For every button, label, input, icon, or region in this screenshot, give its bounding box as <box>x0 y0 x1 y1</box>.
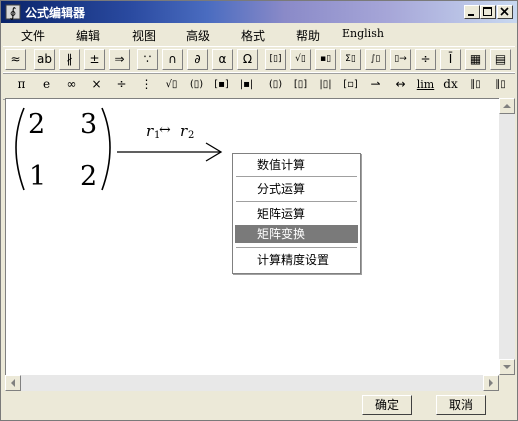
maximize-button[interactable] <box>480 5 496 19</box>
parentheses-button[interactable]: (▯) <box>186 75 207 96</box>
left-right-arrow-button[interactable]: ↔ <box>390 75 411 96</box>
row-label-r2[interactable]: r <box>180 122 187 140</box>
infinity-symbol-button[interactable]: ∞ <box>61 75 82 96</box>
menu-file[interactable]: 文件 <box>21 27 45 44</box>
integral-template-button[interactable]: ∫▯ <box>365 49 386 70</box>
ctx-matrix-transform-label: 矩阵变换 <box>257 227 306 241</box>
ctx-precision-settings-label: 计算精度设置 <box>257 253 330 267</box>
title-bar[interactable]: ∮ 公式编辑器 <box>1 1 517 23</box>
window-title: 公式编辑器 <box>25 6 86 20</box>
greek-lower-palette-button[interactable]: α <box>212 49 233 70</box>
scroll-down-button[interactable] <box>499 359 515 375</box>
set-palette-button[interactable]: ∩ <box>162 49 183 70</box>
matrix-template-button[interactable]: ▦ <box>465 49 486 70</box>
dotted-box-button[interactable]: [▫] <box>340 75 361 96</box>
norm-button-2[interactable]: ∥▯ <box>490 75 511 96</box>
scroll-right-button[interactable] <box>483 375 499 391</box>
misc-palette-button[interactable]: ∂ <box>187 49 208 70</box>
menu-separator <box>236 247 357 248</box>
ok-button[interactable]: 确定 <box>362 395 412 415</box>
scroll-up-button[interactable] <box>499 98 515 114</box>
matrix-cell-1-2[interactable]: 3 <box>80 109 97 140</box>
scrollbar-corner <box>499 375 515 391</box>
arrow-down-icon <box>503 365 511 369</box>
pi-symbol-button[interactable]: π <box>11 75 32 96</box>
close-icon <box>500 7 509 16</box>
menu-separator <box>236 176 357 177</box>
ctx-matrix-transform[interactable]: 矩阵变换 <box>235 225 358 243</box>
norm-button[interactable]: ∥▯ <box>465 75 486 96</box>
fraction-button[interactable]: ⋮ <box>136 75 157 96</box>
divide-symbol-button[interactable]: ÷ <box>111 75 132 96</box>
product-template-button[interactable]: Ī <box>440 49 461 70</box>
menu-edit[interactable]: 编辑 <box>76 27 100 44</box>
greek-upper-palette-button[interactable]: Ω <box>237 49 258 70</box>
menu-english[interactable]: English <box>342 27 384 40</box>
minimize-button[interactable] <box>464 5 480 19</box>
sum-template-button[interactable]: Σ▯ <box>340 49 361 70</box>
matrix-cell-2-1[interactable]: 1 <box>29 161 46 192</box>
box-template-button[interactable]: ▤ <box>490 49 511 70</box>
menu-bar: 文件 编辑 视图 高级 格式 帮助 English <box>1 24 517 43</box>
paren-box-button[interactable]: (▯) <box>265 75 286 96</box>
approx-palette-button[interactable]: ≈ <box>5 49 26 70</box>
row-label-r1[interactable]: r <box>146 122 153 140</box>
script-template-button[interactable]: ▪▯ <box>315 49 336 70</box>
sqrt-button[interactable]: √▯ <box>161 75 182 96</box>
minimize-icon <box>468 14 474 16</box>
context-menu: 数值计算 分式运算 矩阵运算 矩阵变换 计算精度设置 <box>232 153 361 274</box>
ctx-fraction-ops[interactable]: 分式运算 <box>235 180 358 198</box>
e-symbol-button[interactable]: e <box>36 75 57 96</box>
matrix-cell-1-1[interactable]: 2 <box>28 109 45 140</box>
app-icon: ∮ <box>5 4 21 20</box>
fence-template-button[interactable]: [▯] <box>265 49 286 70</box>
arrow-up-icon <box>503 104 511 108</box>
arrow-palette-button[interactable]: ⇒ <box>109 49 130 70</box>
row-label-sub2: 2 <box>188 130 195 141</box>
overbar-template-button[interactable]: ▯→ <box>390 49 411 70</box>
scroll-left-button[interactable] <box>5 375 21 391</box>
times-symbol-button[interactable]: × <box>86 75 107 96</box>
symbol-toolbar-2: π e ∞ × ÷ ⋮ √▯ (▯) [▪] |▪| (▯) [▯] |▯| [… <box>3 72 515 100</box>
logic-palette-button[interactable]: ∵ <box>137 49 158 70</box>
right-harpoon-button[interactable]: ⇀ <box>365 75 386 96</box>
label-arrow-template-button[interactable]: ÷ <box>415 49 436 70</box>
svg-text:∮: ∮ <box>10 6 17 20</box>
menu-format[interactable]: 格式 <box>241 27 265 44</box>
swap-arrow: ↔ <box>159 122 171 138</box>
differential-button[interactable]: dx <box>440 75 461 96</box>
matrix-cell-2-2[interactable]: 2 <box>80 161 97 192</box>
ctx-matrix-ops-label: 矩阵运算 <box>257 207 306 221</box>
ctx-numeric-calc-label: 数值计算 <box>257 158 306 172</box>
spacing-palette-button[interactable]: ab <box>34 49 55 70</box>
ctx-fraction-ops-label: 分式运算 <box>257 182 306 196</box>
bar-box-button[interactable]: |▯| <box>315 75 336 96</box>
close-button[interactable] <box>497 5 513 19</box>
abs-value-button[interactable]: |▪| <box>236 75 257 96</box>
ctx-precision-settings[interactable]: 计算精度设置 <box>235 251 358 269</box>
horizontal-scrollbar[interactable] <box>5 375 499 391</box>
arrow-right-icon <box>489 379 493 387</box>
fraction-template-button[interactable]: √▯ <box>290 49 311 70</box>
brackets-button[interactable]: [▪] <box>211 75 232 96</box>
operator-palette-button[interactable]: ± <box>84 49 105 70</box>
cancel-button[interactable]: 取消 <box>436 395 486 415</box>
ctx-matrix-ops[interactable]: 矩阵运算 <box>235 205 358 223</box>
arrow-left-icon <box>11 379 15 387</box>
bracket-box-button[interactable]: [▯] <box>290 75 311 96</box>
maximize-icon <box>483 7 492 16</box>
menu-help[interactable]: 帮助 <box>296 27 320 44</box>
menu-separator <box>236 201 357 202</box>
equation-editor-window: ∮ 公式编辑器 文件 编辑 视图 高级 格式 帮助 English ≈ ab ∦… <box>0 0 518 421</box>
ctx-numeric-calc[interactable]: 数值计算 <box>235 156 358 174</box>
menu-view[interactable]: 视图 <box>132 27 156 44</box>
limit-button[interactable]: lim <box>415 75 436 96</box>
embellish-palette-button[interactable]: ∦ <box>59 49 80 70</box>
vertical-scrollbar[interactable] <box>499 98 515 375</box>
menu-advanced[interactable]: 高级 <box>186 27 210 44</box>
symbol-toolbar-1: ≈ ab ∦ ± ⇒ ∵ ∩ ∂ α Ω [▯] √▯ ▪▯ Σ▯ ∫▯ ▯→ … <box>3 46 515 74</box>
